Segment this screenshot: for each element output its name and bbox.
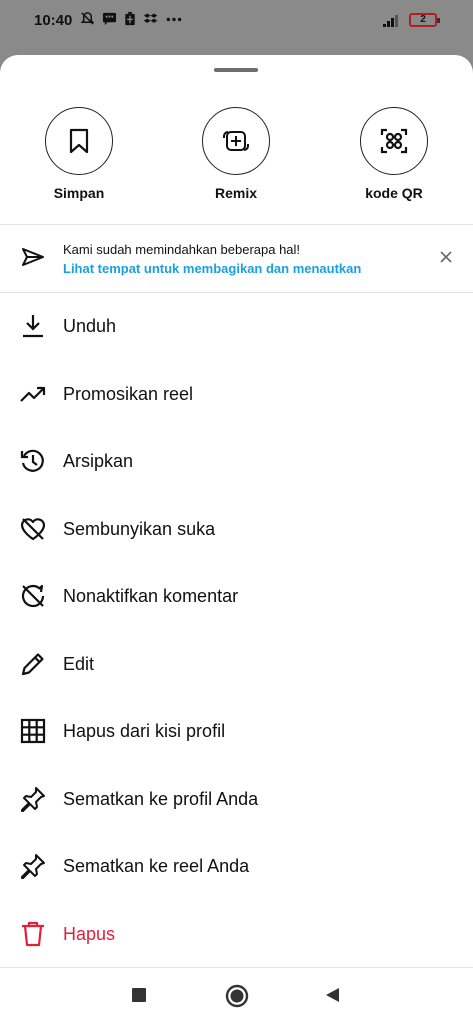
options-menu: Unduh Promosikan reel Arsipkan Sembunyik… [0,293,473,968]
menu-item-label: Hapus dari kisi profil [63,721,226,741]
remix-icon [223,131,249,151]
menu-item-label: Sematkan ke reel Anda [63,856,250,876]
menu-item-disable-comments[interactable]: Nonaktifkan komentar [0,563,473,631]
pin-icon [21,786,45,812]
menu-item-label: Arsipkan [63,451,134,471]
menu-item-label: Sematkan ke profil Anda [63,788,259,809]
save-button[interactable]: Simpan [24,107,134,201]
bookmark-icon [69,128,89,154]
notice-banner: Kami sudah memindahkan beberapa hal! Lih… [0,225,473,292]
archive-history-icon [20,449,44,472]
status-time: 10:40 [34,12,73,29]
send-icon [22,248,44,266]
menu-item-hide-likes[interactable]: Sembunyikan suka [0,496,473,564]
menu-item-edit[interactable]: Edit [0,631,473,699]
battery-icon: 2 [409,13,440,27]
menu-item-delete[interactable]: Hapus [0,901,473,969]
signal-icon [383,14,398,27]
status-bar: 10:40 2 [0,0,473,44]
grid-icon [20,718,46,744]
save-circle[interactable] [45,107,113,175]
close-icon[interactable] [437,248,455,266]
menu-item-label: Hapus [63,923,116,944]
home-circle-icon[interactable] [225,984,249,1008]
pin-icon [21,854,45,879]
menu-item-label: Edit [63,653,95,674]
menu-item-label: Nonaktifkan komentar [63,586,239,606]
menu-item-download[interactable]: Unduh [0,293,473,361]
chat-icon [102,12,117,26]
heart-off-icon [20,517,46,540]
recents-square-icon[interactable] [130,986,148,1004]
status-right: 2 [383,13,440,27]
qr-code-button[interactable]: kode QR [339,107,449,201]
save-label: Simpan [53,185,105,201]
remix-button[interactable]: Remix [181,107,291,201]
battery-saver-icon [125,11,135,26]
download-icon [23,315,43,338]
trending-up-icon [20,386,46,402]
menu-item-label: Unduh [63,316,117,336]
more-dots-icon [166,17,182,22]
menu-item-remove-from-grid[interactable]: Hapus dari kisi profil [0,698,473,766]
menu-item-pin-profile[interactable]: Sematkan ke profil Anda [0,766,473,834]
comment-off-icon [21,584,45,608]
qr-code-icon [380,128,408,154]
notice-text: Kami sudah memindahkan beberapa hal! [63,242,301,257]
menu-item-label: Sembunyikan suka [63,518,216,539]
menu-item-archive[interactable]: Arsipkan [0,428,473,496]
trash-icon [22,921,44,946]
system-nav-bar [0,967,473,1024]
bottom-sheet: Simpan Remix kode QR Kami sudah memindah… [0,55,473,967]
dropbox-icon [143,13,158,23]
pencil-icon [21,652,44,675]
menu-item-pin-reels[interactable]: Sematkan ke reel Anda [0,833,473,901]
drag-handle[interactable] [214,68,258,72]
back-triangle-icon[interactable] [324,986,342,1004]
remix-circle[interactable] [202,107,270,175]
qr-code-circle[interactable] [360,107,428,175]
menu-item-promote[interactable]: Promosikan reel [0,361,473,429]
qr-code-label: kode QR [365,185,423,201]
remix-label: Remix [214,185,258,201]
status-icons [80,11,183,26]
bell-off-icon [80,12,95,25]
menu-item-label: Promosikan reel [63,383,194,404]
notice-link[interactable]: Lihat tempat untuk membagikan dan menaut… [63,261,361,276]
